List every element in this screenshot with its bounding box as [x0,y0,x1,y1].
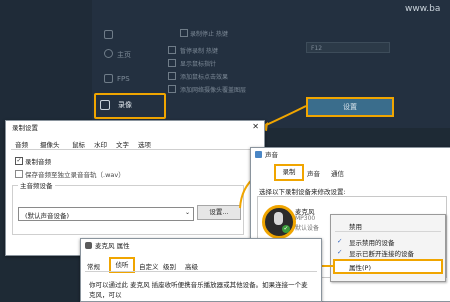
record-audio-label: 录制音频 [25,158,51,166]
tab-divider [85,271,317,272]
tab-general[interactable]: 常规 [87,261,100,271]
checkbox-click-effect[interactable] [168,72,176,80]
settings-icon [104,30,113,39]
menu-item-show-disabled[interactable]: 显示禁用的设备 [349,237,395,247]
microphone-properties-dialog: 麦克风 属性 常规 侦听 自定义 级别 高级 你可以通过此 麦克风 插座收听便携… [80,238,322,302]
checkbox-pause-hotkey[interactable] [168,46,176,54]
option-click-effect: 添加鼠标点击效果 [180,74,229,81]
default-device-check-icon: ✓ [282,225,290,233]
tab-options[interactable]: 选项 [138,139,151,149]
chevron-down-icon: ⌄ [184,209,190,216]
tab-webcam[interactable]: 摄像头 [40,139,60,149]
option-pause-hotkey: 暂停录制 热键 [180,48,218,55]
menu-item-show-disconnected[interactable]: 显示已断开连接的设备 [349,248,414,258]
menu-item-disable[interactable]: 禁用 [349,221,362,231]
option-show-cursor: 显示鼠标指针 [180,61,217,68]
menu-item-properties[interactable]: 属性(P) [333,259,443,274]
context-menu: 禁用 ✓ 显示禁用的设备 ✓ 显示已断开连接的设备 属性(P) [330,214,446,282]
tab-custom[interactable]: 自定义 [139,261,159,271]
checkbox-stop-hotkey[interactable] [180,29,188,37]
mic-dialog-title: 麦克风 属性 [81,239,321,253]
listen-description-line1: 你可以通过此 麦克风 插座收听便携音乐播放器或其他设备。如果连接一个麦 [89,281,308,289]
microphone-icon [85,242,92,249]
home-icon [104,49,113,58]
tab-mouse[interactable]: 鼠标 [72,139,85,149]
record-audio-checkbox[interactable]: ✓ [15,157,23,165]
device-model: MP300 [295,215,316,222]
sidebar-item-label: 录像 [118,101,132,109]
audio-device-value: (默认声音设备) [25,212,70,220]
checkbox-webcam-overlay[interactable] [168,85,176,93]
menu-divider [335,231,441,232]
audio-device-select[interactable]: (默认声音设备) ⌄ [18,207,194,221]
tab-communications[interactable]: 通信 [331,168,344,178]
tab-recording[interactable]: 录制 [274,164,304,181]
tab-sounds[interactable]: 声音 [307,168,320,178]
save-separately-checkbox[interactable] [15,170,23,178]
fps-icon [104,74,113,83]
listen-description-line2: 克风，可以 [89,291,122,299]
hotkey-field[interactable]: F12 [306,42,390,53]
speaker-icon [255,151,262,158]
tab-divider [11,149,257,150]
app-sidebar [0,0,92,128]
tab-audio[interactable]: 音频 [15,139,28,149]
record-icon [100,100,110,110]
option-stop-hotkey: 录制停止 热键 [190,31,228,38]
tab-levels[interactable]: 级别 [163,261,176,271]
device-status: 默认设备 [295,225,320,232]
select-device-prompt: 选择以下录制设备来修改设置: [259,188,346,196]
save-separately-label: 保存音频至独立录音音轨（.wav） [25,171,125,179]
checkbox-show-cursor[interactable] [168,59,176,67]
watermark-text: www.ba [405,4,441,14]
audio-device-group-title: 主音频设备 [18,180,55,190]
close-icon[interactable]: ✕ [252,122,259,131]
microphone-icon[interactable]: ✓ [262,205,296,239]
tab-advanced[interactable]: 高级 [185,261,198,271]
sidebar-item-home[interactable]: 主页 [117,50,131,60]
checkmark-icon: ✓ [337,237,343,245]
sound-dialog-title: 声音 [251,148,450,162]
sidebar-item-record[interactable]: 录像 [94,93,166,119]
tab-text[interactable]: 文字 [116,139,129,149]
sidebar-item-fps[interactable]: FPS [117,75,130,83]
hotkey-value: F12 [311,45,323,52]
dialog-title: 录制设置 [6,121,264,135]
tab-watermark[interactable]: 水印 [94,139,107,149]
menu-item-properties-label: 属性(P) [349,264,371,272]
option-webcam-overlay: 添加网络摄像头覆盖图层 [180,87,247,94]
recording-settings-dialog: 录制设置 ✕ 音频 摄像头 鼠标 水印 文字 选项 ✓ 录制音频 保存音频至独立… [5,120,265,256]
